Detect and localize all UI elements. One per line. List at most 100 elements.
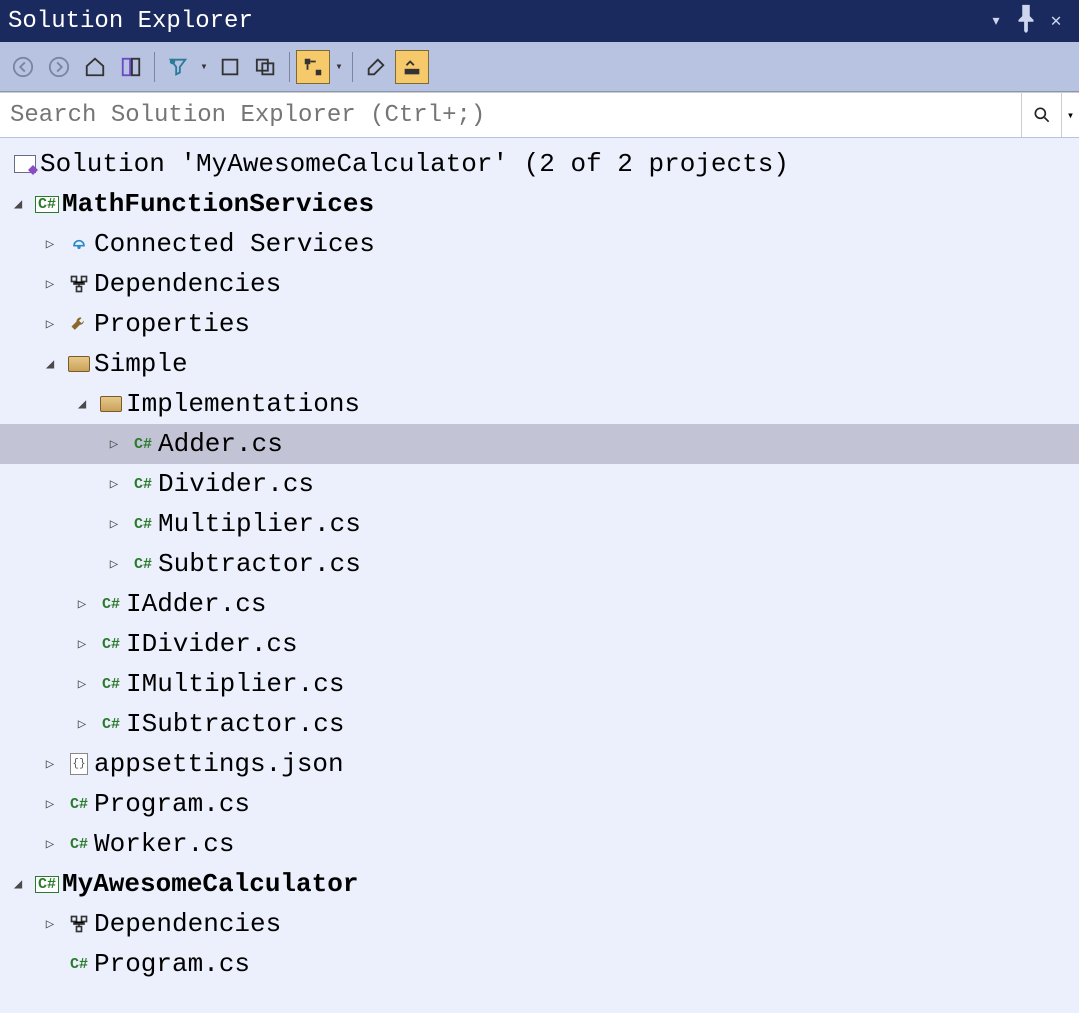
connected-services-node[interactable]: ▷ Connected Services bbox=[0, 224, 1079, 264]
file-node[interactable]: ▷ C# IMultiplier.cs bbox=[0, 664, 1079, 704]
expand-caret[interactable]: ▷ bbox=[104, 436, 124, 453]
folder-node[interactable]: ◢ Simple bbox=[0, 344, 1079, 384]
solution-tree: Solution 'MyAwesomeCalculator' (2 of 2 p… bbox=[0, 138, 1079, 990]
project-node[interactable]: ◢ C# MathFunctionServices bbox=[0, 184, 1079, 224]
expand-caret[interactable]: ◢ bbox=[8, 196, 28, 213]
expand-caret[interactable]: ▷ bbox=[40, 916, 60, 933]
csharp-file-icon: C# bbox=[98, 676, 124, 693]
expand-caret[interactable]: ▷ bbox=[104, 556, 124, 573]
filter-dropdown-icon[interactable]: ▾ bbox=[197, 59, 211, 74]
search-input[interactable] bbox=[0, 98, 1021, 133]
file-node[interactable]: ▷ C# Adder.cs bbox=[0, 424, 1079, 464]
csharp-file-icon: C# bbox=[130, 516, 156, 533]
expand-caret[interactable]: ▷ bbox=[40, 836, 60, 853]
file-label: Adder.cs bbox=[156, 429, 283, 459]
preview-button[interactable] bbox=[395, 50, 429, 84]
folder-node[interactable]: ◢ Implementations bbox=[0, 384, 1079, 424]
file-node[interactable]: ▷ C# IDivider.cs bbox=[0, 624, 1079, 664]
solution-icon bbox=[12, 155, 38, 173]
node-label: Dependencies bbox=[92, 269, 281, 299]
properties-node[interactable]: ▷ Properties bbox=[0, 304, 1079, 344]
project-label: MathFunctionServices bbox=[60, 189, 374, 219]
dependencies-icon bbox=[66, 914, 92, 934]
project-label: MyAwesomeCalculator bbox=[60, 869, 358, 899]
expand-caret[interactable]: ▷ bbox=[104, 476, 124, 493]
folder-icon bbox=[98, 396, 124, 412]
search-icon[interactable] bbox=[1021, 93, 1061, 137]
file-node[interactable]: ▷ C# ISubtractor.cs bbox=[0, 704, 1079, 744]
file-node[interactable]: ▷ C# Multiplier.cs bbox=[0, 504, 1079, 544]
expand-caret[interactable]: ▷ bbox=[72, 636, 92, 653]
toolbar: ▾ ▾ bbox=[0, 42, 1079, 92]
close-icon[interactable]: ✕ bbox=[1041, 10, 1071, 32]
switch-view-button[interactable] bbox=[114, 50, 148, 84]
search-options-dropdown[interactable]: ▾ bbox=[1061, 93, 1079, 137]
nav-forward-button[interactable] bbox=[42, 50, 76, 84]
collapse-dropdown-icon[interactable]: ▾ bbox=[332, 59, 346, 74]
file-label: Program.cs bbox=[92, 949, 250, 979]
wrench-icon bbox=[66, 314, 92, 334]
file-label: ISubtractor.cs bbox=[124, 709, 344, 739]
node-label: Simple bbox=[92, 349, 188, 379]
expand-caret[interactable]: ◢ bbox=[72, 396, 92, 413]
file-label: Program.cs bbox=[92, 789, 250, 819]
expand-caret[interactable]: ▷ bbox=[40, 316, 60, 333]
expand-caret[interactable]: ◢ bbox=[8, 876, 28, 893]
pending-changes-filter-button[interactable] bbox=[161, 50, 195, 84]
search-bar: ▾ bbox=[0, 92, 1079, 138]
refresh-button[interactable] bbox=[249, 50, 283, 84]
expand-caret[interactable]: ▷ bbox=[40, 236, 60, 253]
sync-active-doc-button[interactable] bbox=[213, 50, 247, 84]
node-label: Dependencies bbox=[92, 909, 281, 939]
dependencies-node[interactable]: ▷ Dependencies bbox=[0, 264, 1079, 304]
connected-services-icon bbox=[66, 234, 92, 254]
file-label: IDivider.cs bbox=[124, 629, 298, 659]
collapse-all-button[interactable] bbox=[296, 50, 330, 84]
file-node[interactable]: ▷ C# Program.cs bbox=[0, 944, 1079, 984]
file-node[interactable]: ▷ C# Worker.cs bbox=[0, 824, 1079, 864]
node-label: Connected Services bbox=[92, 229, 375, 259]
solution-node[interactable]: Solution 'MyAwesomeCalculator' (2 of 2 p… bbox=[0, 144, 1079, 184]
toolbar-separator bbox=[154, 52, 155, 82]
dependencies-node[interactable]: ▷ Dependencies bbox=[0, 904, 1079, 944]
csharp-file-icon: C# bbox=[98, 596, 124, 613]
panel-title: Solution Explorer bbox=[8, 8, 981, 35]
title-bar: Solution Explorer ▾ ✕ bbox=[0, 0, 1079, 42]
expand-caret[interactable]: ▷ bbox=[72, 596, 92, 613]
file-label: Multiplier.cs bbox=[156, 509, 361, 539]
nav-back-button[interactable] bbox=[6, 50, 40, 84]
node-label: Implementations bbox=[124, 389, 360, 419]
pin-icon[interactable] bbox=[1011, 3, 1041, 39]
expand-caret[interactable]: ▷ bbox=[104, 516, 124, 533]
expand-caret[interactable]: ◢ bbox=[40, 356, 60, 373]
window-options-icon[interactable]: ▾ bbox=[981, 10, 1011, 32]
solution-label: Solution 'MyAwesomeCalculator' (2 of 2 p… bbox=[38, 149, 789, 179]
file-node[interactable]: ▷ C# Divider.cs bbox=[0, 464, 1079, 504]
csproj-icon: C# bbox=[34, 876, 60, 893]
csharp-file-icon: C# bbox=[66, 796, 92, 813]
file-node[interactable]: ▷ C# IAdder.cs bbox=[0, 584, 1079, 624]
file-node[interactable]: ▷ C# Subtractor.cs bbox=[0, 544, 1079, 584]
file-label: Subtractor.cs bbox=[156, 549, 361, 579]
file-label: IAdder.cs bbox=[124, 589, 266, 619]
csproj-icon: C# bbox=[34, 196, 60, 213]
expand-caret[interactable]: ▷ bbox=[40, 796, 60, 813]
properties-button[interactable] bbox=[359, 50, 393, 84]
expand-caret[interactable]: ▷ bbox=[72, 716, 92, 733]
folder-icon bbox=[66, 356, 92, 372]
expand-caret[interactable]: ▷ bbox=[40, 276, 60, 293]
file-node[interactable]: ▷ {} appsettings.json bbox=[0, 744, 1079, 784]
file-label: Worker.cs bbox=[92, 829, 234, 859]
expand-caret[interactable]: ▷ bbox=[72, 676, 92, 693]
csharp-file-icon: C# bbox=[66, 836, 92, 853]
csharp-file-icon: C# bbox=[66, 956, 92, 973]
project-node[interactable]: ◢ C# MyAwesomeCalculator bbox=[0, 864, 1079, 904]
csharp-file-icon: C# bbox=[98, 636, 124, 653]
file-node[interactable]: ▷ C# Program.cs bbox=[0, 784, 1079, 824]
home-button[interactable] bbox=[78, 50, 112, 84]
csharp-file-icon: C# bbox=[98, 716, 124, 733]
file-label: IMultiplier.cs bbox=[124, 669, 344, 699]
node-label: Properties bbox=[92, 309, 250, 339]
toolbar-separator bbox=[352, 52, 353, 82]
expand-caret[interactable]: ▷ bbox=[40, 756, 60, 773]
